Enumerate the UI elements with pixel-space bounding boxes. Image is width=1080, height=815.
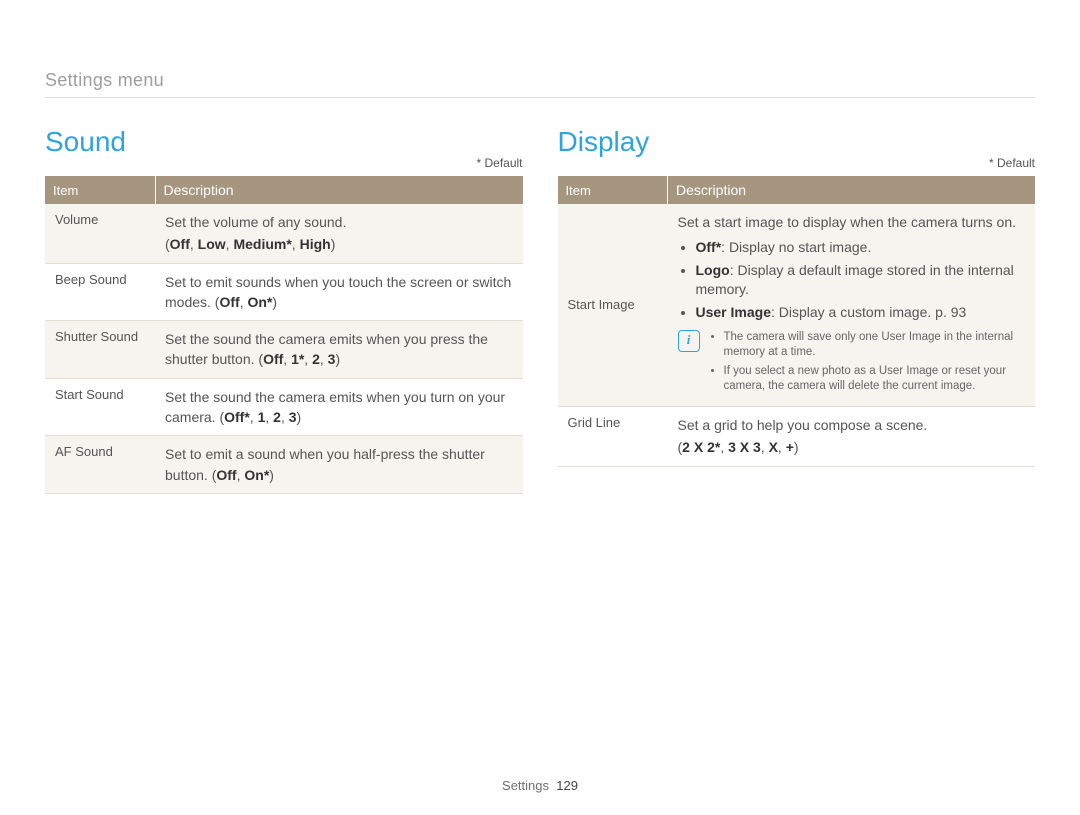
opt: Off	[219, 294, 239, 310]
note-list: The camera will save only one User Image…	[708, 330, 1026, 398]
opt: +	[786, 439, 794, 455]
sep: ,	[281, 409, 289, 425]
th-item: Item	[558, 176, 668, 204]
display-column: Display * Default Item Description Start…	[558, 126, 1036, 494]
start-image-options: Off*: Display no start image. Logo: Disp…	[678, 238, 1026, 322]
row-desc: Set to emit a sound when you half-press …	[155, 436, 523, 494]
footer-section: Settings	[502, 778, 549, 793]
row-item: AF Sound	[45, 436, 155, 494]
table-row: Volume Set the volume of any sound. (Off…	[45, 204, 523, 263]
row-desc: Set a grid to help you compose a scene. …	[668, 406, 1036, 466]
th-description: Description	[155, 176, 523, 204]
opt: 2 X 2*	[682, 439, 720, 455]
opt: 3	[289, 409, 297, 425]
opt: On*	[244, 467, 269, 483]
sound-column: Sound * Default Item Description Volume …	[45, 126, 523, 494]
sep: ,	[283, 351, 291, 367]
table-row: Grid Line Set a grid to help you compose…	[558, 406, 1036, 466]
desc-text: Set to emit sounds when you touch the sc…	[165, 274, 511, 310]
sep: ,	[292, 236, 300, 252]
table-row: AF Sound Set to emit a sound when you ha…	[45, 436, 523, 494]
row-desc: Set a start image to display when the ca…	[668, 204, 1036, 406]
sep: ,	[320, 351, 328, 367]
row-item: Start Sound	[45, 378, 155, 436]
page-footer: Settings 129	[0, 778, 1080, 793]
opt-label: User Image	[696, 304, 771, 320]
table-row: Shutter Sound Set the sound the camera e…	[45, 321, 523, 379]
opt: Off	[170, 236, 190, 252]
display-heading: Display	[558, 126, 1036, 158]
desc-text: Set a start image to display when the ca…	[678, 214, 1017, 230]
row-desc: Set the sound the camera emits when you …	[155, 321, 523, 379]
opt-label: Off*	[696, 239, 722, 255]
table-row: Start Sound Set the sound the camera emi…	[45, 378, 523, 436]
sound-table: Item Description Volume Set the volume o…	[45, 176, 523, 494]
paren: )	[297, 409, 302, 425]
row-item: Start Image	[558, 204, 668, 406]
paren: )	[272, 294, 277, 310]
opt: 3 X 3	[728, 439, 761, 455]
opts: (2 X 2*, 3 X 3, X, +)	[678, 437, 1026, 457]
list-item: Logo: Display a default image stored in …	[696, 261, 1026, 299]
list-item: User Image: Display a custom image. p. 9…	[696, 303, 1026, 322]
opt: High	[300, 236, 331, 252]
opt: 2	[312, 351, 320, 367]
breadcrumb: Settings menu	[45, 70, 1035, 91]
opt-text: : Display a default image stored in the …	[696, 262, 1014, 297]
sep: ,	[761, 439, 769, 455]
sep: ,	[265, 409, 273, 425]
opt: Off	[263, 351, 283, 367]
row-item: Beep Sound	[45, 263, 155, 321]
opt: 1*	[291, 351, 304, 367]
opt-text: : Display a custom image. p. 93	[771, 304, 966, 320]
opt: 2	[273, 409, 281, 425]
columns: Sound * Default Item Description Volume …	[45, 126, 1035, 494]
th-item: Item	[45, 176, 155, 204]
list-item: Off*: Display no start image.	[696, 238, 1026, 257]
divider	[45, 97, 1035, 98]
opt-label: Logo	[696, 262, 730, 278]
opt: Medium*	[233, 236, 291, 252]
desc-text: Set the volume of any sound.	[165, 214, 346, 230]
table-row: Beep Sound Set to emit sounds when you t…	[45, 263, 523, 321]
desc-text: Set a grid to help you compose a scene.	[678, 417, 928, 433]
row-desc: Set the volume of any sound. (Off, Low, …	[155, 204, 523, 263]
manual-page: Settings menu Sound * Default Item Descr…	[0, 0, 1080, 815]
opts: (Off, Low, Medium*, High)	[165, 234, 513, 254]
display-table: Item Description Start Image Set a start…	[558, 176, 1036, 467]
footer-page: 129	[556, 778, 578, 793]
opt: Off	[216, 467, 236, 483]
row-item: Shutter Sound	[45, 321, 155, 379]
table-row: Start Image Set a start image to display…	[558, 204, 1036, 406]
sep: ,	[778, 439, 786, 455]
sound-heading: Sound	[45, 126, 523, 158]
row-item: Grid Line	[558, 406, 668, 466]
paren: )	[335, 351, 340, 367]
note-item: If you select a new photo as a User Imag…	[724, 364, 1026, 395]
th-description: Description	[668, 176, 1036, 204]
opt: Low	[198, 236, 226, 252]
opt: Off*	[224, 409, 250, 425]
row-desc: Set the sound the camera emits when you …	[155, 378, 523, 436]
desc-text: Set the sound the camera emits when you …	[165, 389, 505, 425]
sep: ,	[250, 409, 258, 425]
paren: )	[269, 467, 274, 483]
sep: ,	[304, 351, 312, 367]
sep: ,	[190, 236, 198, 252]
note-icon: i	[678, 330, 700, 352]
note-item: The camera will save only one User Image…	[724, 330, 1026, 361]
note-box: i The camera will save only one User Ima…	[678, 330, 1026, 398]
row-item: Volume	[45, 204, 155, 263]
row-desc: Set to emit sounds when you touch the sc…	[155, 263, 523, 321]
paren: )	[331, 236, 336, 252]
default-note: * Default	[558, 156, 1036, 170]
opt: X	[769, 439, 778, 455]
opt-text: : Display no start image.	[721, 239, 871, 255]
default-note: * Default	[45, 156, 523, 170]
opt: On*	[247, 294, 272, 310]
desc-text: Set to emit a sound when you half-press …	[165, 446, 485, 482]
sep: ,	[720, 439, 728, 455]
paren: )	[794, 439, 799, 455]
